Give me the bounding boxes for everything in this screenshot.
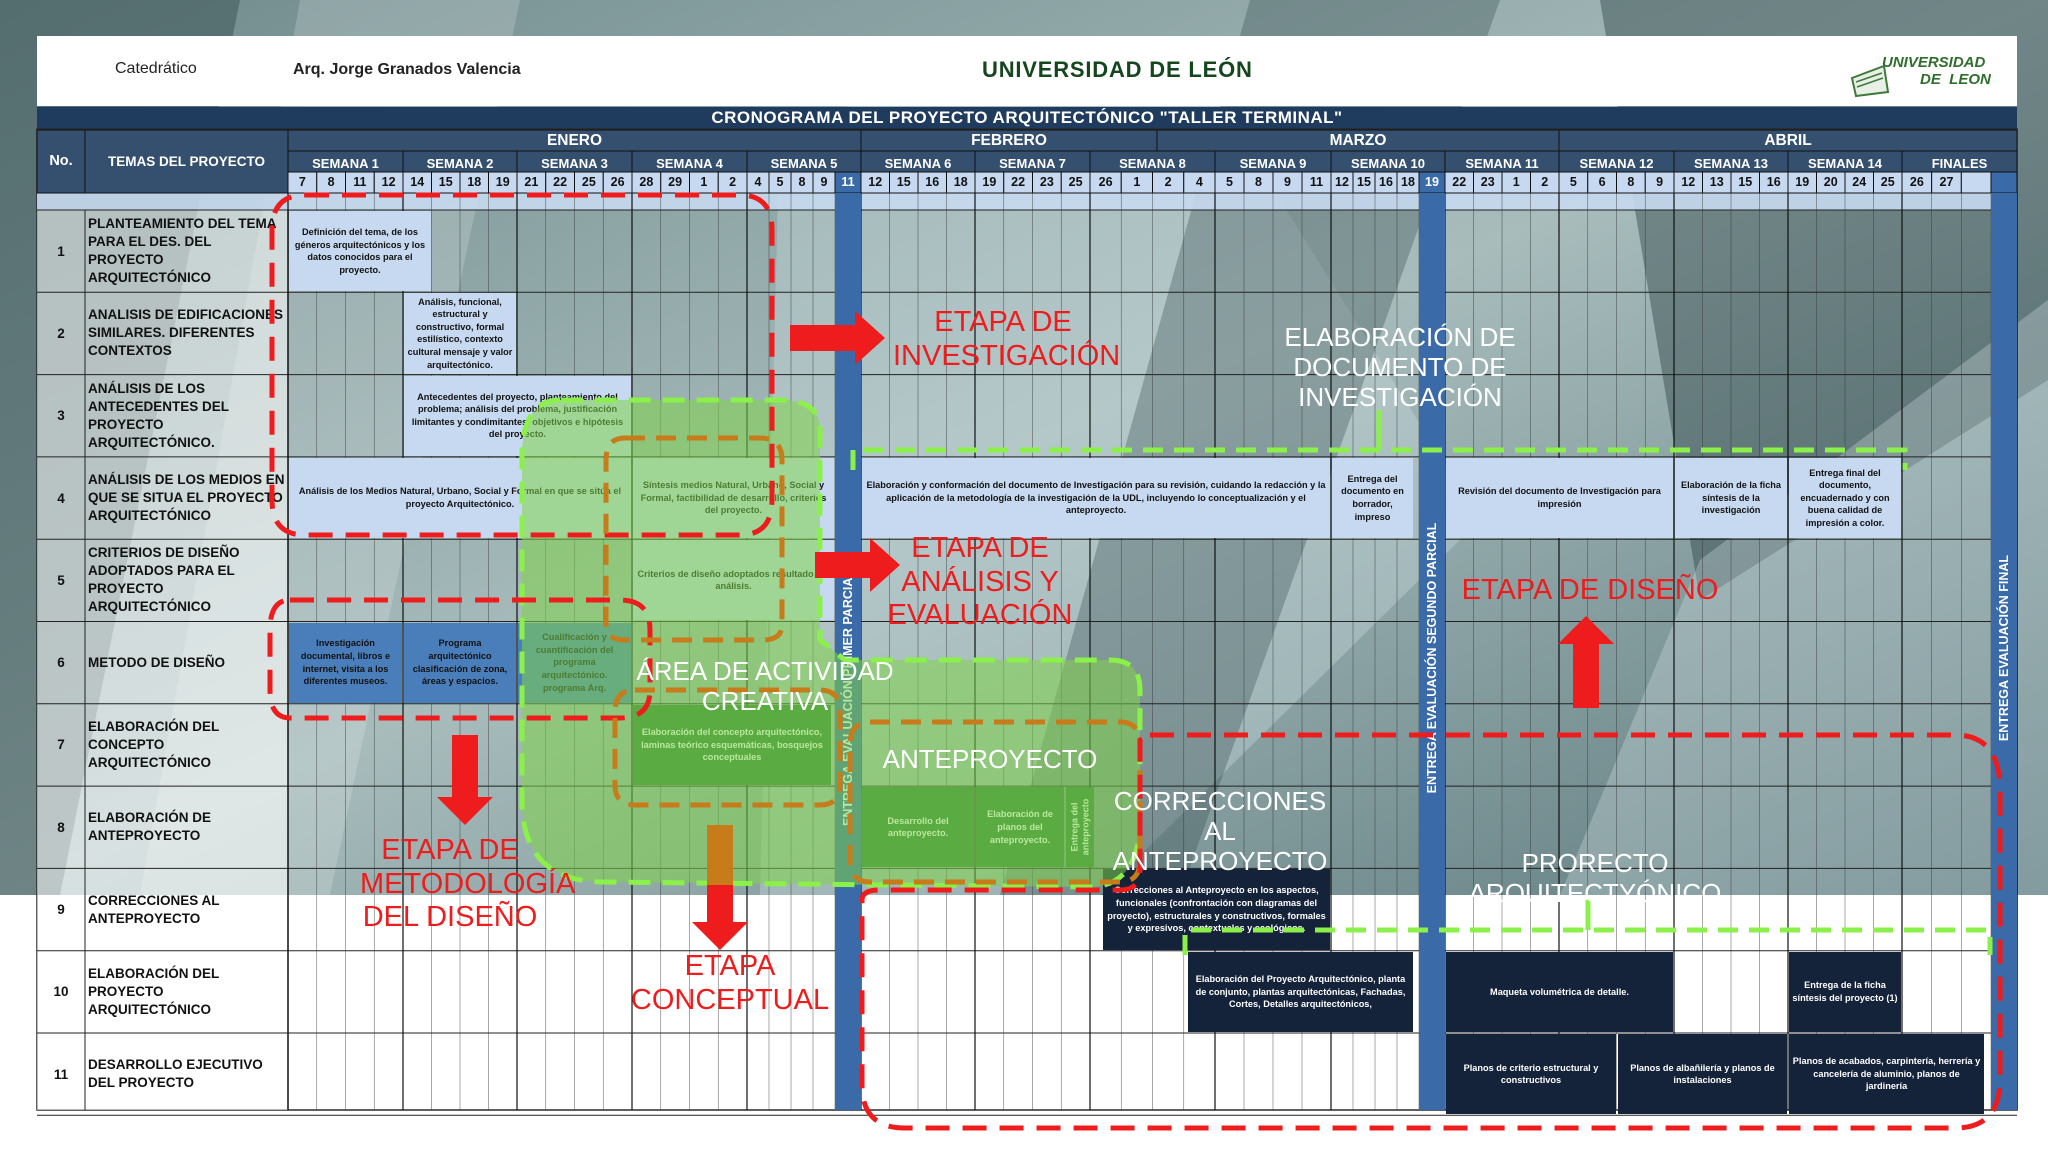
overlay-label: ANTEPROYECTO xyxy=(882,744,1098,774)
creative-area-shape xyxy=(519,397,1143,890)
overlay-label: ETAPA DE INVESTIGACIÓN xyxy=(893,306,1121,372)
arrow-down-icon xyxy=(437,735,493,825)
document-bracket xyxy=(850,447,1908,470)
overlay-label: CORRECCIONES AL ANTEPROYECTO xyxy=(1112,786,1328,877)
overlay-label: ETAPA CONCEPTUAL xyxy=(630,950,830,1016)
overlay-label: PRORECTO ARQUITECTYÓNICO xyxy=(1468,848,1722,909)
overlay-label: ETAPA DE DISEÑO xyxy=(1461,574,1719,606)
arrow-up-icon xyxy=(1558,616,1614,708)
overlay-label: ÁREA DE ACTIVIDAD CREATIVA xyxy=(636,656,894,717)
overlay-label: ELABORACIÓN DE DOCUMENTO DE INVESTIGACIÓ… xyxy=(1284,322,1516,413)
arrow-right-icon xyxy=(790,311,885,365)
overlay-label: ETAPA DE ANÁLISIS Y EVALUACIÓN xyxy=(887,532,1073,632)
orange-arrow-stem xyxy=(707,825,733,885)
schedule-slide: Catedrático Arq. Jorge Granados Valencia… xyxy=(0,0,2048,1152)
overlay-label: ETAPA DE METODOLOGÍA DEL DISEÑO xyxy=(360,834,576,934)
project-bracket xyxy=(1182,927,1993,955)
arrow-down-icon xyxy=(692,880,748,950)
